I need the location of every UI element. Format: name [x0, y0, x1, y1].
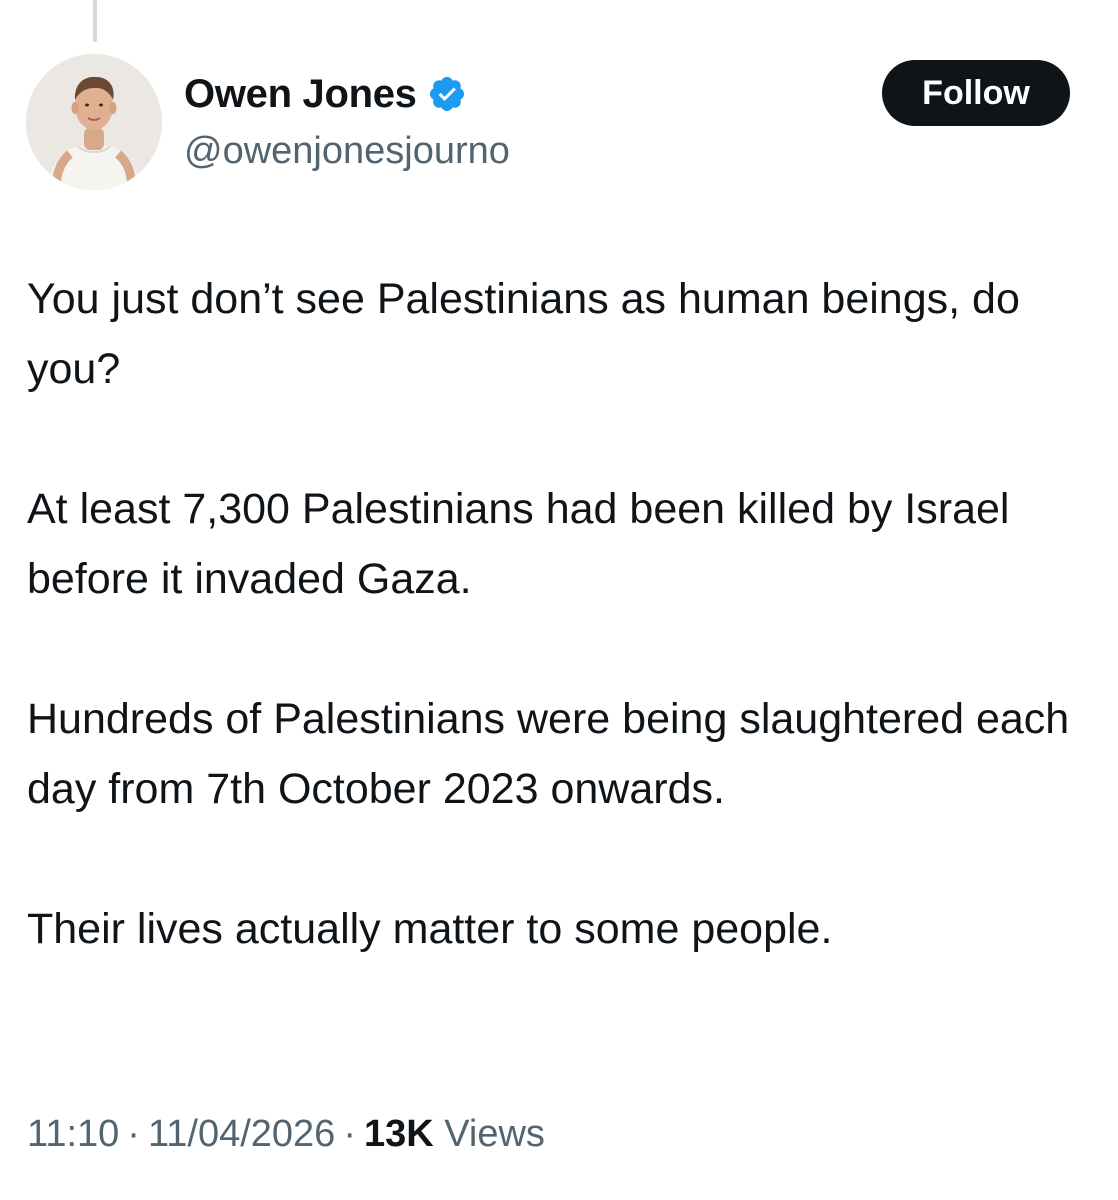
tweet-time[interactable]: 11:10 [27, 1113, 119, 1155]
tweet-paragraph: At least 7,300 Palestinians had been kil… [27, 485, 1010, 603]
author-name-row[interactable]: Owen Jones [184, 68, 467, 120]
avatar-image [26, 54, 162, 190]
tweet-paragraph: Hundreds of Palestinians were being slau… [27, 695, 1070, 813]
meta-separator: · [343, 1113, 356, 1155]
tweet-paragraph: Their lives actually matter to some peop… [27, 905, 833, 953]
meta-separator: · [127, 1113, 140, 1155]
views-count[interactable]: 13K [364, 1113, 434, 1155]
tweet-text: You just don’t see Palestinians as human… [27, 264, 1102, 964]
verified-badge-icon[interactable] [427, 74, 467, 114]
follow-button[interactable]: Follow [882, 60, 1070, 126]
author-handle[interactable]: @owenjonesjourno [184, 126, 510, 176]
display-name[interactable]: Owen Jones [184, 68, 417, 120]
thread-connector-line [93, 0, 97, 42]
views-label[interactable]: Views [444, 1113, 545, 1155]
tweet-date[interactable]: 11/04/2026 [148, 1113, 335, 1155]
tweet-meta: 11:10 · 11/04/2026 · 13K Views [27, 1108, 545, 1160]
avatar[interactable] [26, 54, 162, 190]
tweet-paragraph: You just don’t see Palestinians as human… [27, 275, 1020, 393]
